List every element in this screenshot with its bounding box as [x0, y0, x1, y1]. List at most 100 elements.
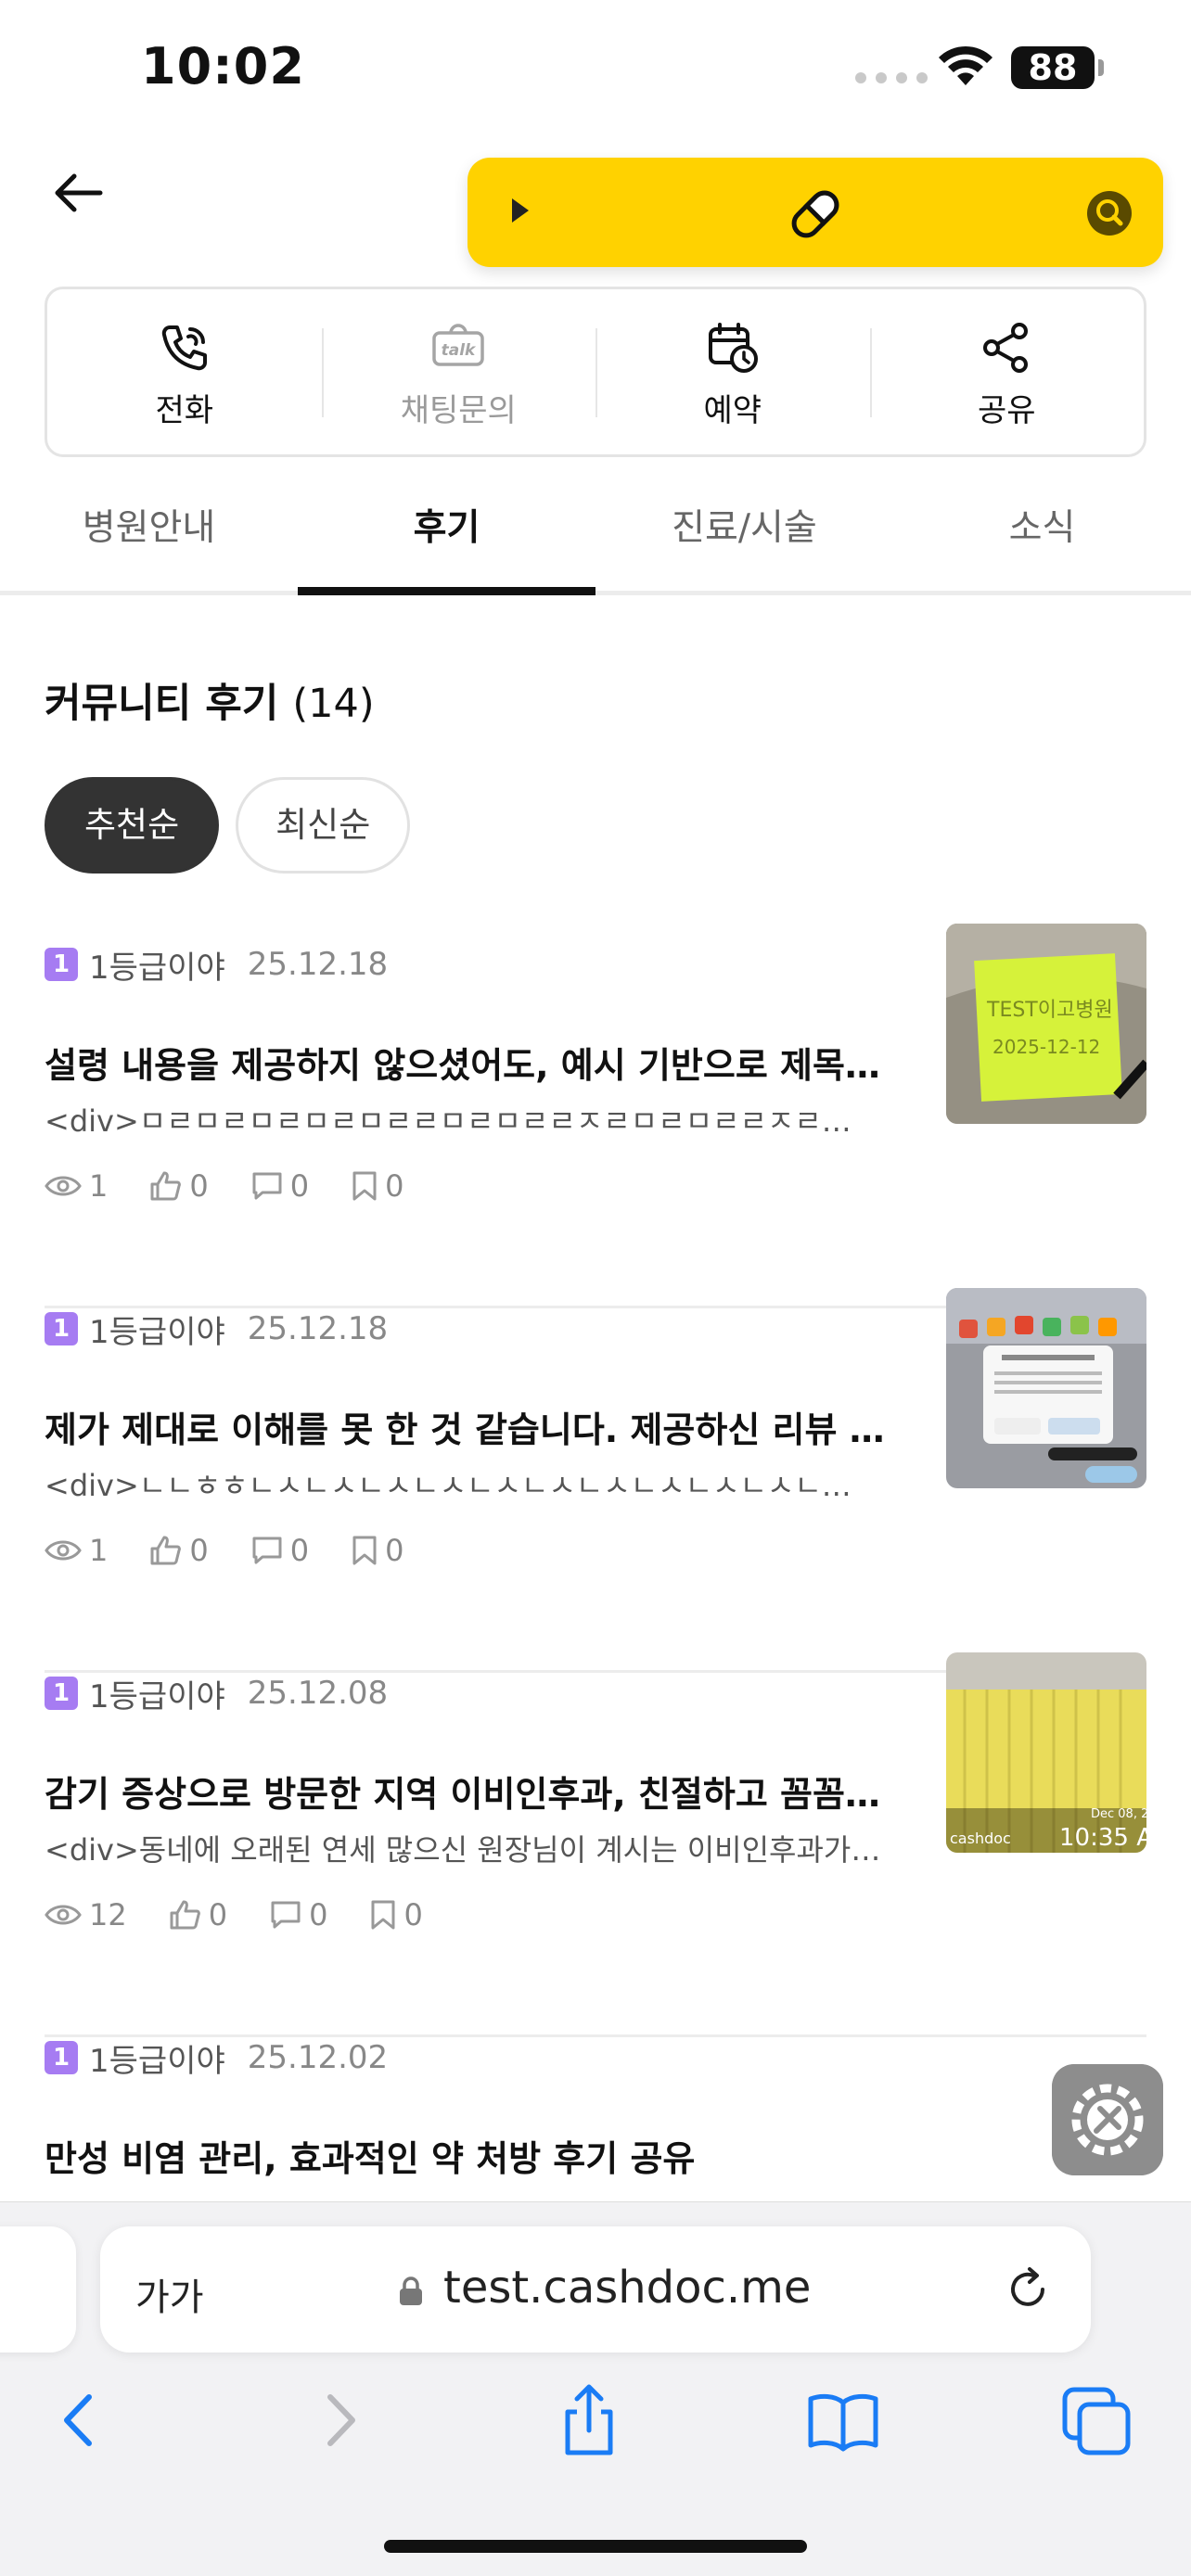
review-meta: 1 1등급이야 25.12.02 — [45, 2037, 388, 2080]
chat-inquiry-label: 채팅문의 — [400, 391, 517, 429]
bookmark-icon — [352, 1536, 377, 1565]
search-icon[interactable] — [1085, 189, 1133, 237]
comment-count: 0 — [289, 1168, 310, 1204]
calendar-clock-icon — [708, 322, 758, 373]
share-icon — [983, 322, 1029, 373]
section-title: 커뮤니티 후기 (14) — [45, 671, 375, 729]
cellular-signal-icon — [855, 72, 928, 83]
review-author: 1등급이야 — [89, 1313, 225, 1351]
thumb-time: 10:35 A — [1059, 1824, 1146, 1852]
review-excerpt: <div>ㄴㄴㅎㅎㄴㅅㄴㅅㄴㅅㄴㅅㄴㅅㄴㅅㄴㅅㄴㅅㄴㅅㄴㅅㄴ… — [45, 1468, 852, 1503]
thumb-date: Dec 08, 2 — [1091, 1807, 1146, 1821]
forward-icon[interactable] — [297, 2378, 380, 2462]
address-bar[interactable]: 가가 test.cashdoc.me — [100, 2226, 1091, 2353]
tab-treatments[interactable]: 진료/시술 — [596, 482, 893, 591]
bookmarks-icon[interactable] — [801, 2378, 885, 2462]
play-icon[interactable] — [512, 198, 529, 223]
back-arrow-icon[interactable] — [48, 163, 108, 223]
tab-hospital-info[interactable]: 병원안내 — [0, 482, 298, 591]
bookmark-stat[interactable]: 0 — [352, 1168, 403, 1204]
phone-icon — [161, 325, 207, 370]
like-count: 0 — [189, 1533, 209, 1568]
review-title[interactable]: 제가 제대로 이해를 못 한 것 같습니다. 제공하신 리뷰 … — [45, 1401, 898, 1452]
lock-icon — [400, 2276, 422, 2305]
sort-recommended-chip[interactable]: 추천순 — [45, 777, 220, 874]
like-stat[interactable]: 0 — [150, 1168, 209, 1204]
share-sheet-icon[interactable] — [547, 2378, 631, 2462]
like-stat[interactable]: 0 — [150, 1533, 209, 1568]
like-count: 0 — [208, 1897, 228, 1932]
review-thumbnail[interactable]: Dec 08, 2 cashdoc 10:35 A — [946, 1652, 1146, 1853]
review-title[interactable]: 감기 증상으로 방문한 지역 이비인후과, 친절하고 꼼꼼… — [45, 1766, 898, 1817]
browser-nav-row — [0, 2378, 1191, 2480]
back-icon[interactable] — [39, 2378, 122, 2462]
review-item[interactable]: 1 1등급이야 25.12.08 감기 증상으로 방문한 지역 이비인후과, 친… — [45, 1652, 1146, 2037]
home-indicator — [384, 2540, 807, 2553]
battery-icon: 88 — [1011, 46, 1095, 89]
tabs-icon[interactable] — [1056, 2378, 1139, 2462]
view-stat: 12 — [45, 1897, 127, 1932]
pill-icon[interactable] — [783, 182, 848, 247]
review-meta: 1 1등급이야 25.12.08 — [45, 1673, 389, 1715]
tab-reviews[interactable]: 후기 — [298, 482, 596, 595]
sort-options: 추천순 최신순 — [45, 777, 411, 874]
share-button[interactable]: 공유 — [869, 289, 1145, 454]
view-count: 12 — [89, 1897, 127, 1932]
like-stat[interactable]: 0 — [170, 1897, 227, 1932]
review-title[interactable]: 설령 내용을 제공하지 않으셨어도, 예시 기반으로 제목… — [45, 1037, 898, 1088]
like-count: 0 — [189, 1168, 209, 1204]
thumb-brand: cashdoc — [950, 1830, 1011, 1847]
review-stats: 1 0 0 0 — [45, 1168, 446, 1204]
view-stat: 1 — [45, 1168, 108, 1204]
reservation-label: 예약 — [703, 391, 762, 429]
comment-count: 0 — [289, 1533, 310, 1568]
reservation-button[interactable]: 예약 — [596, 289, 870, 454]
url-text[interactable]: test.cashdoc.me — [443, 2262, 811, 2314]
sort-latest-chip[interactable]: 최신순 — [236, 777, 411, 874]
bookmark-count: 0 — [385, 1533, 404, 1568]
review-item[interactable]: 1 1등급이야 25.12.18 설령 내용을 제공하지 않으셨어도, 예시 기… — [45, 924, 1146, 1308]
svg-text:2025-12-12: 2025-12-12 — [992, 1036, 1100, 1058]
comment-icon — [252, 1537, 282, 1564]
review-thumbnail[interactable] — [946, 1288, 1146, 1488]
review-item[interactable]: 1 1등급이야 25.12.18 제가 제대로 이해를 못 한 것 같습니다. … — [45, 1288, 1146, 1673]
bookmark-stat[interactable]: 0 — [352, 1533, 403, 1568]
tab-news[interactable]: 소식 — [893, 482, 1191, 591]
reader-text-size-button[interactable]: 가가 — [135, 2267, 204, 2321]
floating-toolbar-widget[interactable] — [467, 158, 1163, 267]
bookmark-stat[interactable]: 0 — [370, 1897, 423, 1932]
talk-icon: talk — [432, 323, 484, 366]
review-title[interactable]: 만성 비염 관리, 효과적인 약 처방 후기 공유 — [45, 2130, 898, 2181]
call-button[interactable]: 전화 — [47, 289, 322, 454]
eye-icon — [45, 1176, 82, 1196]
review-date: 25.12.18 — [247, 1310, 389, 1347]
comment-icon — [252, 1172, 282, 1200]
bookmark-count: 0 — [403, 1897, 423, 1932]
review-author: 1등급이야 — [89, 2042, 225, 2080]
review-thumbnail[interactable]: TEST이고병원 2025-12-12 — [946, 924, 1146, 1124]
call-label: 전화 — [155, 391, 214, 429]
wifi-icon — [939, 45, 992, 85]
reload-icon[interactable] — [1002, 2264, 1054, 2315]
comment-icon — [271, 1901, 301, 1929]
thumbs-up-icon — [150, 1171, 182, 1201]
review-excerpt: <div>ㅁㄹㅁㄹㅁㄹㅁㄹㅁㄹㄹㅁㄹㅁㄹㄹㅈㄹㅁㄹㅁㄹㄹㅈㄹ… — [45, 1103, 852, 1139]
svg-text:talk: talk — [442, 341, 477, 360]
eye-icon — [45, 1540, 82, 1561]
eye-icon — [45, 1905, 82, 1925]
review-item[interactable]: 1 1등급이야 25.12.02 만성 비염 관리, 효과적인 약 처방 후기 … — [45, 2037, 1146, 2204]
review-date: 25.12.18 — [247, 946, 389, 983]
settings-tools-icon[interactable] — [1052, 2064, 1163, 2175]
chat-inquiry-button[interactable]: talk 채팅문의 — [321, 289, 596, 454]
review-stats: 1 0 0 0 — [45, 1533, 446, 1568]
grade-badge: 1 — [45, 2041, 78, 2074]
view-stat: 1 — [45, 1533, 108, 1568]
comment-stat: 0 — [270, 1897, 327, 1932]
comment-stat: 0 — [251, 1533, 309, 1568]
svg-text:TEST이고병원: TEST이고병원 — [986, 999, 1113, 1022]
review-count: (14) — [292, 681, 375, 727]
previous-tab-peek[interactable] — [0, 2226, 76, 2353]
thumbs-up-icon — [150, 1536, 182, 1565]
status-bar: 10:02 88 — [0, 0, 1191, 139]
review-date: 25.12.08 — [247, 1675, 389, 1712]
